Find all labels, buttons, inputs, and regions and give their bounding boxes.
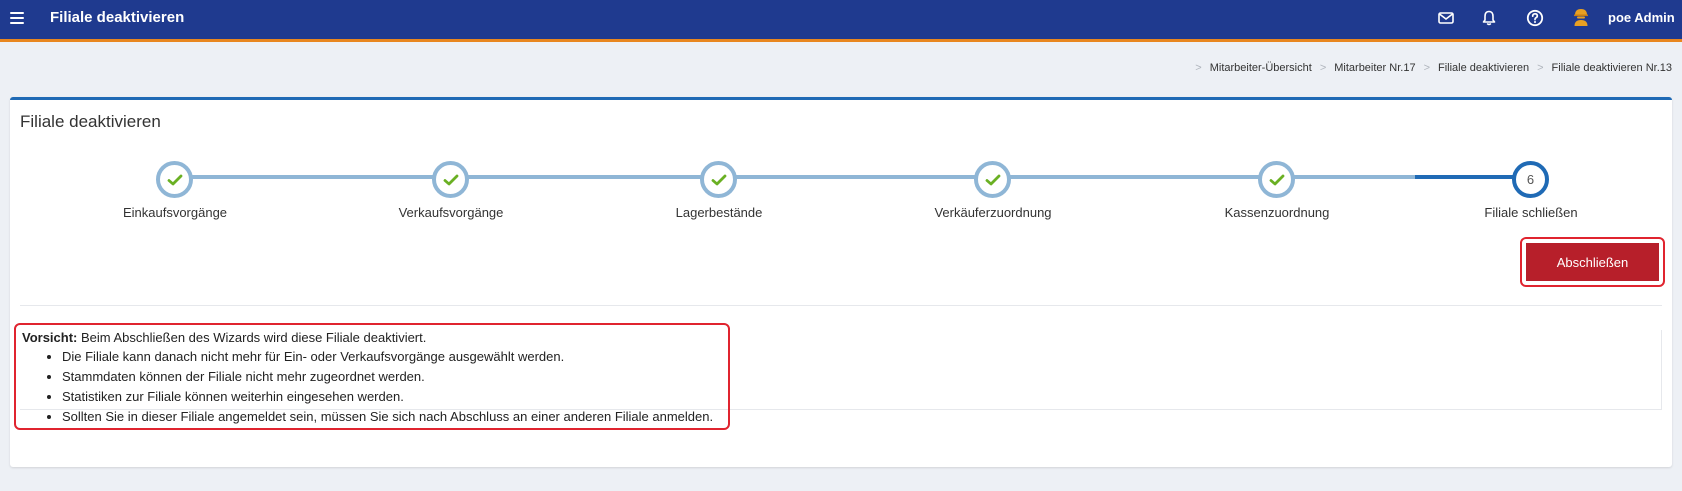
warning-prefix: Vorsicht: — [22, 330, 78, 345]
list-item: Die Filiale kann danach nicht mehr für E… — [62, 347, 722, 367]
wizard-step-6[interactable]: 6 — [1512, 161, 1549, 198]
check-icon — [985, 174, 1000, 185]
breadcrumb-separator: > — [1195, 62, 1202, 74]
wizard-step-1[interactable] — [156, 161, 193, 198]
user-name[interactable]: poe Admin — [1608, 10, 1675, 25]
check-icon — [711, 174, 726, 185]
list-item: Sollten Sie in dieser Filiale angemeldet… — [62, 407, 722, 427]
wizard-connector — [1006, 175, 1270, 179]
card-title: Filiale deaktivieren — [20, 112, 161, 131]
help-icon[interactable] — [1526, 9, 1544, 27]
step-label: Einkaufsvorgänge — [122, 205, 228, 220]
warning-notice: Vorsicht: Beim Abschließen des Wizards w… — [14, 323, 730, 430]
breadcrumb-item-deactivate[interactable]: Filiale deaktivieren — [1438, 62, 1529, 74]
step-label: Lagerbestände — [675, 205, 763, 220]
step-label: Kassenzuordnung — [1224, 205, 1330, 220]
breadcrumb-item-employee[interactable]: Mitarbeiter Nr.17 — [1334, 62, 1415, 74]
wizard-connector — [184, 175, 448, 179]
wizard-step-5[interactable] — [1258, 161, 1295, 198]
breadcrumb-separator: > — [1537, 62, 1544, 74]
warning-text: Beim Abschließen des Wizards wird diese … — [77, 330, 427, 345]
breadcrumb-separator: > — [1319, 62, 1327, 74]
step-label: Verkaufsvorgänge — [398, 205, 504, 220]
breadcrumb-separator: > — [1423, 62, 1430, 74]
step-label: Verkäuferzuordnung — [934, 205, 1052, 220]
check-icon — [443, 174, 458, 185]
wizard-step-2[interactable] — [432, 161, 469, 198]
top-navbar: Filiale deaktivieren poe Admin — [0, 0, 1682, 42]
menu-icon[interactable] — [10, 11, 24, 25]
mail-icon[interactable] — [1437, 9, 1455, 27]
finish-button-highlight: Abschließen — [1520, 237, 1665, 287]
list-item: Stammdaten können der Filiale nicht mehr… — [62, 367, 722, 387]
user-avatar-icon[interactable] — [1571, 7, 1591, 27]
warning-heading: Vorsicht: Beim Abschließen des Wizards w… — [22, 328, 722, 347]
wizard-connector — [458, 175, 722, 179]
divider — [20, 305, 1662, 306]
page-title: Filiale deaktivieren — [50, 9, 185, 26]
wizard-connector — [732, 175, 996, 179]
finish-button[interactable]: Abschließen — [1526, 243, 1659, 281]
check-icon — [1269, 174, 1284, 185]
breadcrumb-item-current: Filiale deaktivieren Nr.13 — [1551, 62, 1672, 74]
breadcrumb: > Mitarbeiter-Übersicht > Mitarbeiter Nr… — [1187, 62, 1672, 74]
bell-icon[interactable] — [1480, 9, 1498, 27]
breadcrumb-item-employee-overview[interactable]: Mitarbeiter-Übersicht — [1210, 62, 1312, 74]
step-number: 6 — [1526, 172, 1535, 187]
wizard-step-3[interactable] — [700, 161, 737, 198]
wizard-connector — [1280, 175, 1425, 179]
check-icon — [167, 174, 182, 185]
warning-list: Die Filiale kann danach nicht mehr für E… — [62, 347, 722, 427]
step-label: Filiale schließen — [1484, 205, 1578, 220]
list-item: Statistiken zur Filiale können weiterhin… — [62, 387, 722, 407]
wizard-step-4[interactable] — [974, 161, 1011, 198]
